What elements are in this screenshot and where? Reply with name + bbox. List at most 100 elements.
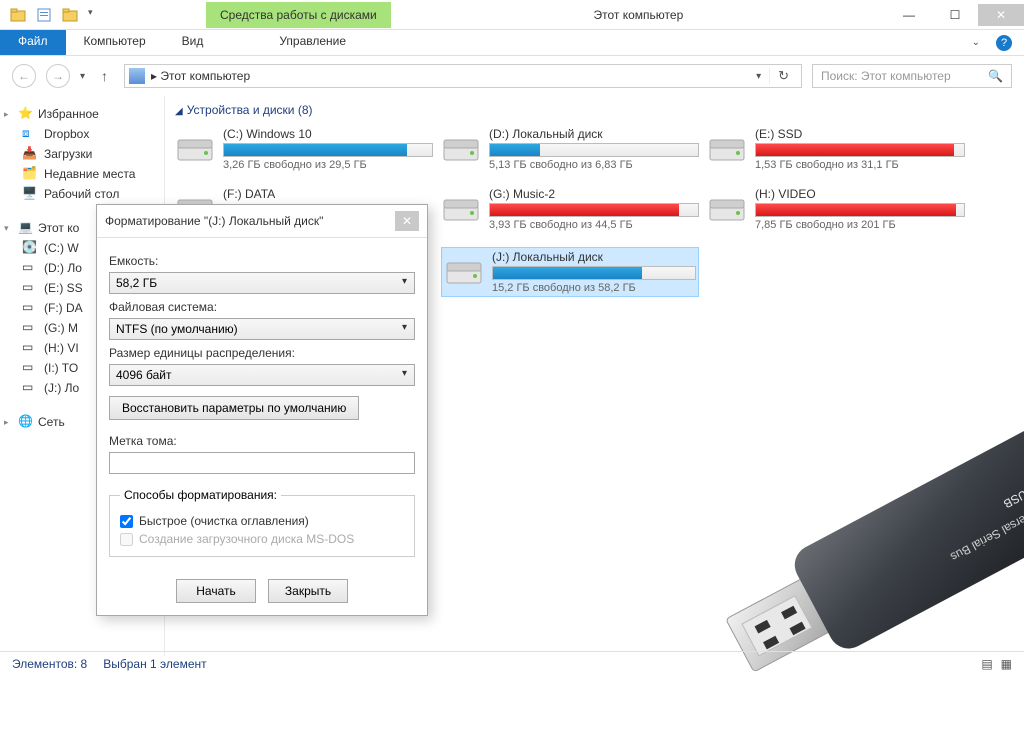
drive-free-text: 5,13 ГБ свободно из 6,83 ГБ bbox=[489, 159, 699, 171]
drive-name: (D:) Локальный диск bbox=[489, 127, 699, 141]
help-icon[interactable]: ? bbox=[996, 35, 1012, 51]
dialog-title: Форматирование "(J:) Локальный диск" bbox=[105, 214, 395, 228]
new-folder-icon[interactable] bbox=[62, 7, 78, 23]
drive-name: (J:) Локальный диск bbox=[492, 250, 696, 264]
drive-name: (G:) Music-2 bbox=[489, 187, 699, 201]
network-icon: 🌐 bbox=[18, 414, 34, 430]
drive-item[interactable]: (C:) Windows 10 3,26 ГБ свободно из 29,5 … bbox=[175, 127, 433, 171]
forward-button[interactable]: → bbox=[46, 64, 70, 88]
maximize-button[interactable]: ☐ bbox=[932, 4, 978, 26]
drive-usage-bar bbox=[489, 203, 699, 217]
drive-usage-bar bbox=[492, 266, 696, 280]
allocation-select[interactable]: 4096 байт bbox=[109, 364, 415, 386]
filesystem-select[interactable]: NTFS (по умолчанию) bbox=[109, 318, 415, 340]
minimize-button[interactable]: — bbox=[886, 4, 932, 26]
drive-icon bbox=[441, 127, 481, 171]
ribbon-expand-icon[interactable]: ⌄ bbox=[972, 37, 980, 48]
back-button[interactable]: ← bbox=[12, 64, 36, 88]
address-bar[interactable]: ▸ Этот компьютер ▾ ↻ bbox=[124, 64, 802, 88]
computer-tab[interactable]: Компьютер bbox=[66, 30, 164, 55]
navbar: ← → ▾ ↑ ▸ Этот компьютер ▾ ↻ Поиск: Этот… bbox=[0, 56, 1024, 96]
drive-name: (C:) Windows 10 bbox=[223, 127, 433, 141]
history-dropdown-icon[interactable]: ▾ bbox=[80, 71, 85, 82]
up-button[interactable]: ↑ bbox=[95, 68, 114, 84]
drive-free-text: 7,85 ГБ свободно из 201 ГБ bbox=[755, 219, 965, 231]
status-selection: Выбран 1 элемент bbox=[103, 657, 206, 671]
drive-free-text: 3,93 ГБ свободно из 44,5 ГБ bbox=[489, 219, 699, 231]
drive-icon: ▭ bbox=[22, 300, 38, 316]
drive-item[interactable]: (G:) Music-2 3,93 ГБ свободно из 44,5 ГБ bbox=[441, 187, 699, 231]
quick-format-checkbox[interactable]: Быстрое (очистка оглавления) bbox=[120, 514, 404, 528]
dialog-close-button[interactable]: ✕ bbox=[395, 211, 419, 231]
start-button[interactable]: Начать bbox=[176, 579, 256, 603]
drive-icon bbox=[444, 250, 484, 294]
drive-usage-bar bbox=[489, 143, 699, 157]
quick-access-toolbar bbox=[0, 7, 106, 23]
drive-icon bbox=[441, 187, 481, 231]
qat-dropdown-icon[interactable] bbox=[88, 7, 96, 23]
drive-icon: ▭ bbox=[22, 360, 38, 376]
drive-free-text: 1,53 ГБ свободно из 31,1 ГБ bbox=[755, 159, 965, 171]
close-button-dialog[interactable]: Закрыть bbox=[268, 579, 348, 603]
refresh-icon[interactable]: ↻ bbox=[769, 68, 797, 84]
drive-item[interactable]: (H:) VIDEO 7,85 ГБ свободно из 201 ГБ bbox=[707, 187, 965, 231]
format-options-legend: Способы форматирования: bbox=[120, 488, 281, 502]
explorer-icon bbox=[10, 7, 26, 23]
address-dropdown-icon[interactable]: ▾ bbox=[748, 71, 769, 82]
drive-usage-bar bbox=[755, 203, 965, 217]
drive-free-text: 15,2 ГБ свободно из 58,2 ГБ bbox=[492, 282, 696, 294]
context-tab: Средства работы с дисками bbox=[206, 2, 391, 28]
downloads-icon: 📥 bbox=[22, 146, 38, 162]
drive-item[interactable]: (E:) SSD 1,53 ГБ свободно из 31,1 ГБ bbox=[707, 127, 965, 171]
status-bar: Элементов: 8 Выбран 1 элемент ▤ ▦ bbox=[0, 651, 1024, 675]
drive-free-text: 3,26 ГБ свободно из 29,5 ГБ bbox=[223, 159, 433, 171]
filesystem-label: Файловая система: bbox=[109, 300, 415, 314]
drive-usage-bar bbox=[755, 143, 965, 157]
close-button[interactable]: ✕ bbox=[978, 4, 1024, 26]
view-tab[interactable]: Вид bbox=[164, 30, 222, 55]
search-icon: 🔍 bbox=[988, 69, 1003, 83]
dialog-titlebar: Форматирование "(J:) Локальный диск" ✕ bbox=[97, 205, 427, 238]
restore-defaults-button[interactable]: Восстановить параметры по умолчанию bbox=[109, 396, 359, 420]
drive-icon bbox=[175, 127, 215, 171]
properties-icon[interactable] bbox=[36, 7, 52, 23]
favorites-header[interactable]: ▸⭐Избранное bbox=[4, 104, 160, 124]
volume-input[interactable] bbox=[109, 452, 415, 474]
allocation-label: Размер единицы распределения: bbox=[109, 346, 415, 360]
computer-icon bbox=[129, 68, 145, 84]
manage-tab[interactable]: Управление bbox=[261, 30, 364, 55]
address-text: ▸ Этот компьютер bbox=[151, 69, 748, 83]
view-details-icon[interactable]: ▤ bbox=[981, 657, 992, 671]
titlebar: Средства работы с дисками Этот компьютер… bbox=[0, 0, 1024, 30]
window-title: Этот компьютер bbox=[391, 8, 886, 22]
drive-item[interactable]: (J:) Локальный диск 15,2 ГБ свободно из 5… bbox=[441, 247, 699, 297]
computer-icon: 💻 bbox=[18, 220, 34, 236]
drive-icon: ▭ bbox=[22, 280, 38, 296]
window-controls: — ☐ ✕ bbox=[886, 4, 1024, 26]
drive-item[interactable]: (D:) Локальный диск 5,13 ГБ свободно из 6… bbox=[441, 127, 699, 171]
search-placeholder: Поиск: Этот компьютер bbox=[821, 69, 951, 83]
msdos-boot-checkbox: Создание загрузочного диска MS-DOS bbox=[120, 532, 404, 546]
drive-name: (F:) DATA bbox=[223, 187, 433, 201]
drive-name: (E:) SSD bbox=[755, 127, 965, 141]
star-icon: ⭐ bbox=[18, 106, 34, 122]
section-header[interactable]: ◢Устройства и диски (8) bbox=[175, 102, 1014, 117]
drive-icon: ▭ bbox=[22, 260, 38, 276]
view-icons-icon[interactable]: ▦ bbox=[1001, 657, 1012, 671]
usb-stick-illustration: USB Universal Serial Bus bbox=[695, 406, 1024, 726]
sidebar-item-recent[interactable]: 🗂️Недавние места bbox=[4, 164, 160, 184]
desktop-icon: 🖥️ bbox=[22, 186, 38, 202]
ribbon: Файл Компьютер Вид Управление ⌄ ? bbox=[0, 30, 1024, 56]
drive-name: (H:) VIDEO bbox=[755, 187, 965, 201]
format-dialog: Форматирование "(J:) Локальный диск" ✕ Е… bbox=[96, 204, 428, 616]
drive-icon: 💽 bbox=[22, 240, 38, 256]
sidebar-item-dropbox[interactable]: ⧈Dropbox bbox=[4, 124, 160, 144]
sidebar-item-desktop[interactable]: 🖥️Рабочий стол bbox=[4, 184, 160, 204]
sidebar-item-downloads[interactable]: 📥Загрузки bbox=[4, 144, 160, 164]
drive-usage-bar bbox=[223, 143, 433, 157]
drive-icon bbox=[707, 127, 747, 171]
drive-icon: ▭ bbox=[22, 380, 38, 396]
file-tab[interactable]: Файл bbox=[0, 30, 66, 55]
capacity-select[interactable]: 58,2 ГБ bbox=[109, 272, 415, 294]
search-input[interactable]: Поиск: Этот компьютер 🔍 bbox=[812, 64, 1012, 88]
